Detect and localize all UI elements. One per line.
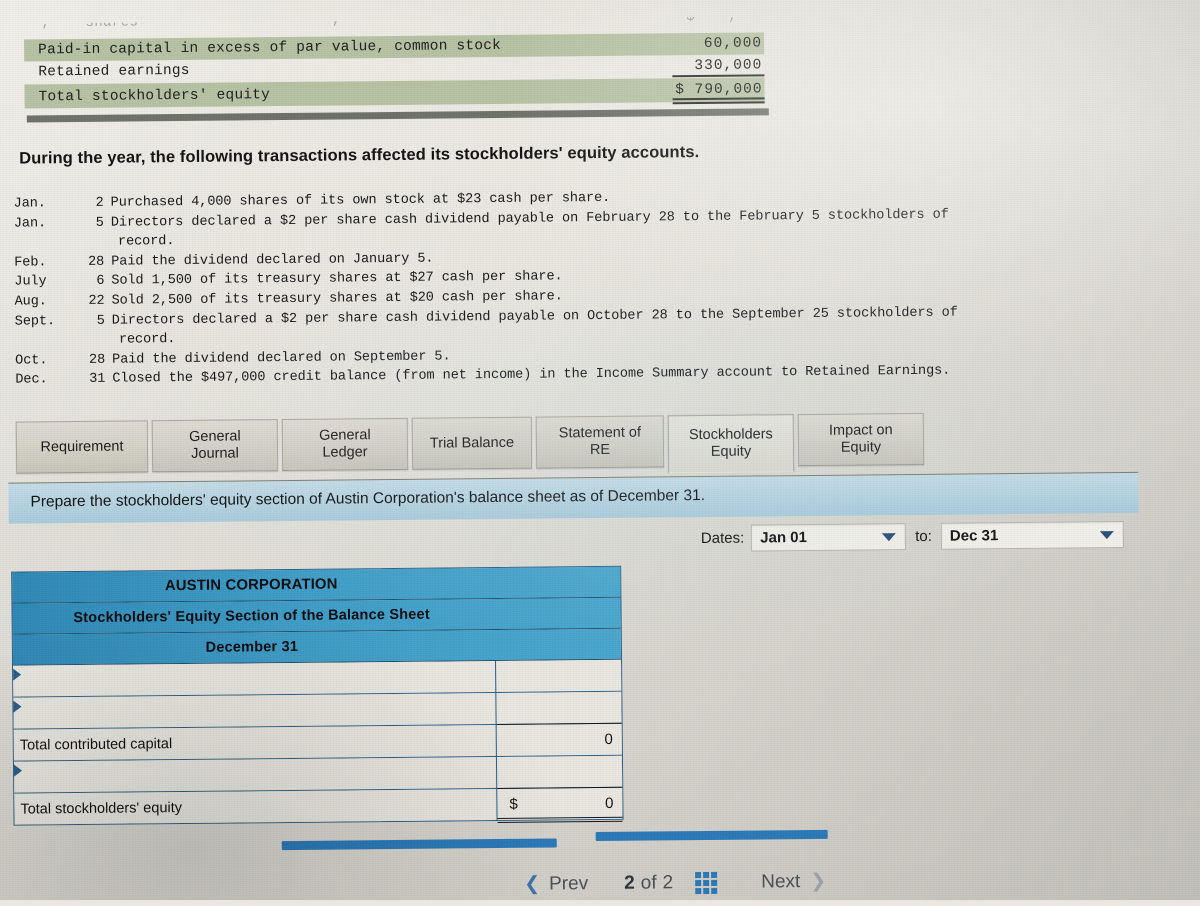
next-button[interactable]: Next [761, 871, 800, 893]
tab-label-line2: Equity [829, 439, 893, 457]
footer-bar-right [596, 830, 828, 841]
stockholders-equity-worksheet: AUSTIN CORPORATION Stockholders' Equity … [11, 566, 623, 826]
screen-content: --,--- shares ------ --- ----------, $ -… [0, 0, 1200, 906]
worksheet-company-name: AUSTIN CORPORATION [165, 575, 468, 594]
tab-label-line2: Equity [689, 443, 773, 461]
tab-label-line1: Stockholders [689, 426, 773, 444]
worksheet-amount-value: 0 [605, 795, 614, 812]
bs-amount: 60,000 [642, 35, 762, 52]
tab-general-ledger[interactable]: GeneralLedger [282, 418, 408, 471]
transaction-description: Paid the dividend declared on September … [112, 349, 451, 367]
transaction-day: 6 [72, 272, 104, 292]
worksheet-amount-cell[interactable] [497, 756, 622, 788]
date-to-value: Dec 31 [942, 527, 999, 545]
worksheet-amount-cell[interactable]: 0 [497, 723, 622, 756]
tab-strip: RequirementGeneralJournalGeneralLedgerTr… [16, 413, 929, 484]
transaction-month: Jan. [14, 214, 72, 234]
tab-label-line1: General [189, 428, 241, 445]
dates-controls: Dates: Jan 01 to: Dec 31 [701, 521, 1124, 552]
tab-label-line1: Requirement [40, 438, 123, 456]
tab-label-line1: Impact on [829, 422, 893, 440]
transaction-list: Jan.2 Purchased 4,000 shares of its own s… [14, 186, 959, 391]
pagination-controls: ❮ Prev 2 of 2 Next ❯ [524, 870, 826, 896]
bs-label: Retained earnings [38, 63, 189, 80]
worksheet-statement-name: Stockholders' Equity Section of the Bala… [73, 605, 560, 626]
transaction-day: 5 [73, 311, 105, 331]
worksheet-date: December 31 [206, 638, 429, 656]
worksheet-row: Total stockholders' equity $0 [14, 788, 622, 825]
dropdown-marker-icon [13, 669, 21, 681]
prev-button[interactable]: Prev [549, 873, 588, 895]
tab-label-line1: General [319, 427, 371, 444]
tab-requirement[interactable]: Requirement [16, 420, 148, 473]
section-divider-bar [27, 108, 769, 122]
date-from-value: Jan 01 [752, 529, 807, 547]
transaction-month: Aug. [14, 292, 72, 312]
tab-stockholders-equity[interactable]: StockholdersEquity [668, 414, 795, 473]
worksheet-account-cell[interactable] [14, 757, 497, 793]
tab-statement-of-re[interactable]: Statement ofRE [536, 415, 664, 468]
transaction-day: 28 [73, 350, 105, 370]
worksheet-amount-cell[interactable] [496, 660, 621, 692]
worksheet-body: Total contributed capital0Total stockhol… [13, 660, 622, 825]
tab-impact-on-equity[interactable]: Impact onEquity [798, 413, 924, 466]
worksheet-amount-cell[interactable]: $0 [497, 787, 622, 820]
chevron-left-icon[interactable]: ❮ [524, 873, 540, 896]
worksheet-account-cell[interactable]: Total contributed capital [14, 725, 497, 761]
transaction-month: Dec. [15, 370, 73, 390]
chevron-right-icon[interactable]: ❯ [810, 870, 826, 893]
bs-label: Total stockholders' equity [39, 87, 271, 105]
dropdown-marker-icon [14, 765, 22, 777]
worksheet-amount-value: 0 [604, 731, 613, 748]
tab-label-line1: Trial Balance [430, 434, 514, 452]
transaction-day: 31 [73, 370, 105, 390]
transaction-day: 22 [72, 292, 104, 312]
dates-label: Dates: [701, 530, 745, 547]
tab-trial-balance[interactable]: Trial Balance [412, 417, 532, 470]
date-from-dropdown[interactable]: Jan 01 [751, 523, 906, 551]
worksheet-account-label: Total contributed capital [14, 736, 172, 754]
chevron-down-icon [882, 533, 896, 541]
tab-label-line1: Statement of [559, 425, 641, 443]
worksheet-amount-cell[interactable] [496, 692, 621, 724]
date-to-dropdown[interactable]: Dec 31 [941, 521, 1124, 550]
bs-amount: 330,000 [642, 57, 762, 74]
cut-off-row-amount: $ ---,--- [672, 16, 762, 30]
bs-label: Paid-in capital in excess of par value, … [38, 38, 501, 58]
current-page-number: 2 [624, 872, 635, 894]
transaction-month: Jan. [14, 194, 72, 214]
transaction-month: July [14, 272, 72, 292]
tab-label-line2: RE [559, 442, 641, 460]
page-of-label: of [641, 872, 657, 894]
worksheet-account-label: Total stockholders' equity [14, 800, 182, 818]
worksheet-account-cell[interactable]: Total stockholders' equity [14, 789, 497, 825]
tab-label-line2: Ledger [319, 444, 371, 461]
requirement-text: Prepare the stockholders' equity section… [30, 487, 705, 511]
tab-general-journal[interactable]: GeneralJournal [152, 419, 278, 472]
total-rule-bottom [673, 101, 765, 103]
worksheet-account-cell[interactable] [13, 693, 496, 729]
transaction-description: Sold 2,500 of its treasury shares at $20… [111, 289, 562, 308]
worksheet-account-cell[interactable] [13, 661, 496, 697]
transaction-description: Sold 1,500 of its treasury shares at $27… [111, 270, 562, 289]
dropdown-marker-icon [13, 701, 21, 713]
grid-view-icon[interactable] [695, 871, 717, 893]
transaction-description: Purchased 4,000 shares of its own stock … [111, 191, 611, 211]
total-page-number: 2 [662, 872, 673, 894]
bs-amount: $ 790,000 [642, 81, 762, 98]
transaction-description: Paid the dividend declared on January 5. [111, 251, 433, 269]
transaction-month: Oct. [15, 351, 73, 371]
transaction-month: Feb. [14, 253, 72, 273]
dates-to-label: to: [915, 528, 932, 545]
transaction-day: 5 [72, 213, 104, 233]
currency-symbol: $ [509, 796, 518, 813]
chevron-down-icon [1100, 531, 1114, 539]
footer-bar-left [282, 838, 557, 850]
transaction-day: 28 [72, 253, 104, 273]
transaction-day: 2 [72, 194, 104, 214]
transaction-month: Sept. [15, 312, 73, 332]
intro-text: During the year, the following transacti… [19, 143, 699, 169]
tab-label-line2: Journal [189, 445, 241, 462]
